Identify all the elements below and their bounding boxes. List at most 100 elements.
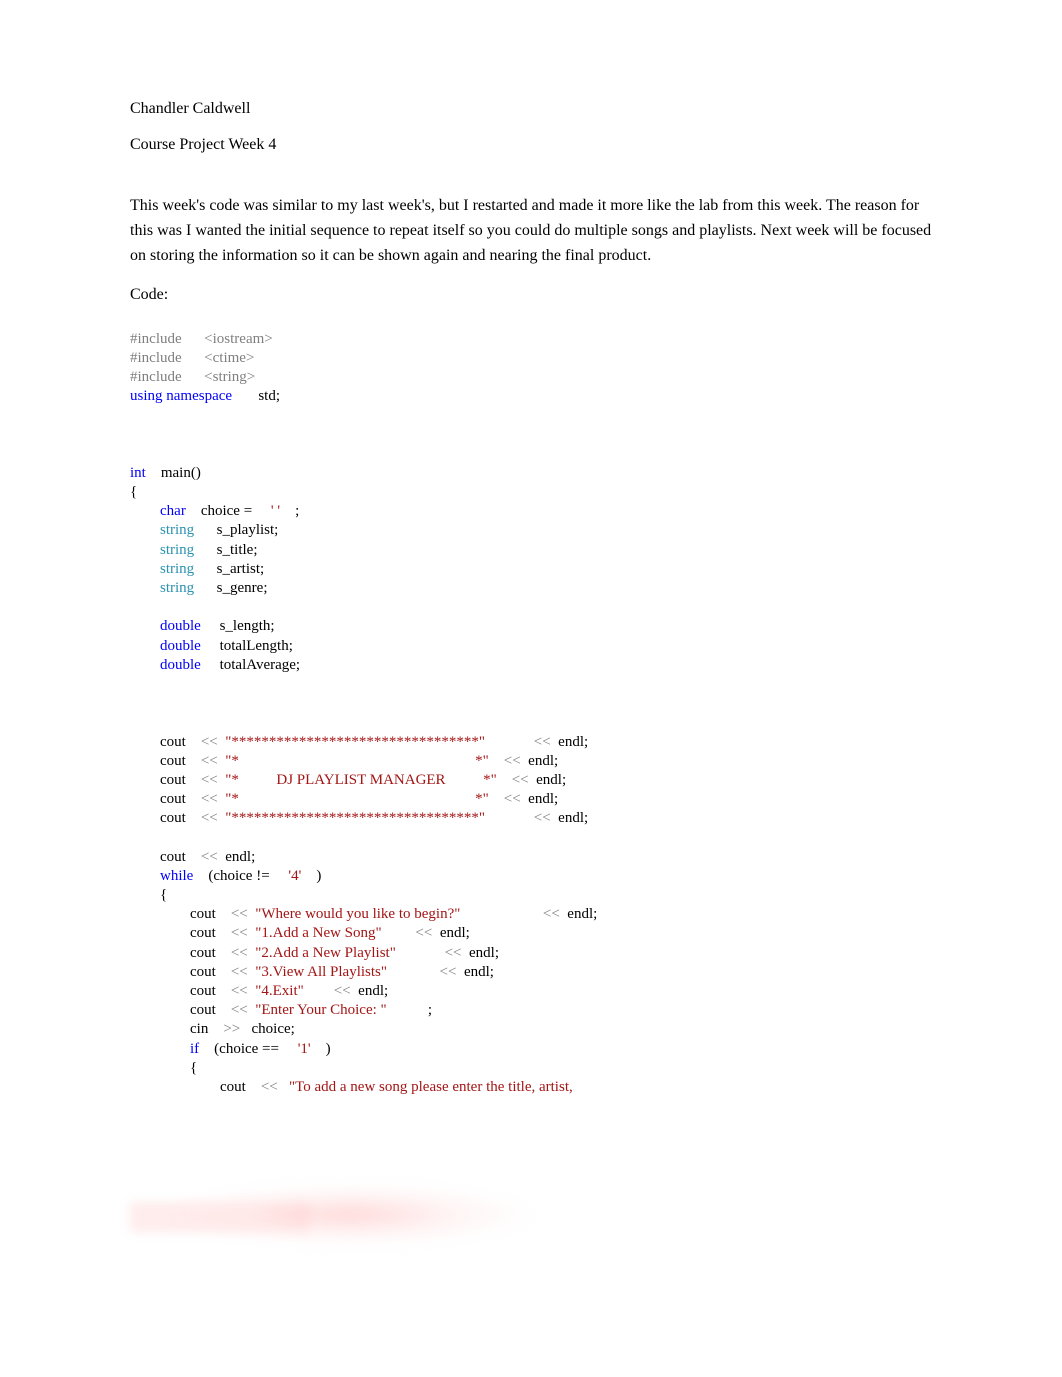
op: << bbox=[445, 945, 462, 961]
op: << bbox=[231, 1002, 248, 1018]
endl: endl; bbox=[225, 849, 255, 865]
endl: endl; bbox=[528, 753, 558, 769]
endl: endl; bbox=[558, 810, 588, 826]
op: << bbox=[415, 925, 432, 941]
opt: "1.Add a New Song" bbox=[255, 925, 381, 941]
star: *" bbox=[475, 753, 489, 769]
star: "* bbox=[225, 791, 239, 807]
brace: { bbox=[130, 484, 137, 500]
lit: '4' bbox=[288, 868, 301, 884]
doc-title: Course Project Week 4 bbox=[130, 136, 932, 154]
endl: endl; bbox=[464, 964, 494, 980]
var: totalLength; bbox=[220, 638, 293, 654]
char-decl: choice = bbox=[201, 503, 256, 519]
cout: cout bbox=[160, 791, 186, 807]
int-kw: int bbox=[130, 465, 146, 481]
opt: "4.Exit" bbox=[255, 983, 304, 999]
string-kw: string bbox=[160, 542, 194, 558]
char-kw: char bbox=[160, 503, 186, 519]
op: << bbox=[440, 964, 457, 980]
include-lib: <string> bbox=[204, 369, 255, 385]
cout: cout bbox=[190, 945, 216, 961]
cout: cout bbox=[190, 906, 216, 922]
cin-op: >> bbox=[223, 1021, 240, 1037]
string-kw: string bbox=[160, 522, 194, 538]
while-kw: while bbox=[160, 868, 193, 884]
prompt: "Where would you like to begin?" bbox=[255, 906, 460, 922]
op: << bbox=[543, 906, 560, 922]
var: s_title; bbox=[217, 542, 258, 558]
double-kw: double bbox=[160, 618, 201, 634]
char-lit: ' ' bbox=[271, 503, 280, 519]
endl: endl; bbox=[440, 925, 470, 941]
include-kw: #include bbox=[130, 369, 182, 385]
endl: endl; bbox=[528, 791, 558, 807]
star: *" bbox=[475, 791, 489, 807]
enter: "Enter Your Choice: " bbox=[255, 1002, 386, 1018]
op: << bbox=[261, 1079, 278, 1095]
cin: cin bbox=[190, 1021, 208, 1037]
blur-overlay bbox=[160, 1182, 540, 1247]
brace: { bbox=[190, 1060, 197, 1076]
cout: cout bbox=[190, 925, 216, 941]
lit: '1' bbox=[298, 1041, 311, 1057]
code-label: Code: bbox=[130, 286, 932, 304]
var: s_length; bbox=[220, 618, 275, 634]
var: s_genre; bbox=[217, 580, 268, 596]
string-kw: string bbox=[160, 580, 194, 596]
cout: cout bbox=[190, 983, 216, 999]
op: << bbox=[201, 753, 218, 769]
include-kw: #include bbox=[130, 350, 182, 366]
cout: cout bbox=[160, 734, 186, 750]
var: s_artist; bbox=[217, 561, 265, 577]
include-kw: #include bbox=[130, 331, 182, 347]
using-val: std; bbox=[258, 388, 280, 404]
cout: cout bbox=[160, 849, 186, 865]
op: << bbox=[231, 906, 248, 922]
cond: (choice != bbox=[208, 868, 273, 884]
var: totalAverage; bbox=[220, 657, 301, 673]
cout: cout bbox=[160, 810, 186, 826]
add-song: "To add a new song please enter the titl… bbox=[289, 1079, 573, 1095]
op: << bbox=[201, 849, 218, 865]
cond: (choice == bbox=[214, 1041, 283, 1057]
op: << bbox=[334, 983, 351, 999]
dj-title: DJ PLAYLIST MANAGER bbox=[239, 772, 483, 788]
var: s_playlist; bbox=[217, 522, 279, 538]
cond: ) bbox=[326, 1041, 331, 1057]
opt: "2.Add a New Playlist" bbox=[255, 945, 396, 961]
string-kw: string bbox=[160, 561, 194, 577]
main-name: main() bbox=[161, 465, 201, 481]
op: << bbox=[512, 772, 529, 788]
include-lib: <iostream> bbox=[204, 331, 273, 347]
author-name: Chandler Caldwell bbox=[130, 100, 932, 118]
op: << bbox=[231, 983, 248, 999]
op: << bbox=[504, 753, 521, 769]
op: << bbox=[201, 791, 218, 807]
op: << bbox=[504, 791, 521, 807]
if-kw: if bbox=[190, 1041, 199, 1057]
semi: ; bbox=[428, 1002, 432, 1018]
op: << bbox=[201, 734, 218, 750]
stars: "*********************************" bbox=[225, 734, 485, 750]
endl: endl; bbox=[567, 906, 597, 922]
op: << bbox=[201, 810, 218, 826]
semi: ; bbox=[295, 503, 299, 519]
cout: cout bbox=[190, 1002, 216, 1018]
include-lib: <ctime> bbox=[204, 350, 254, 366]
star: *" bbox=[483, 772, 497, 788]
using-kw: using namespace bbox=[130, 388, 232, 404]
code-block: #include <iostream> #include <ctime> #in… bbox=[130, 310, 932, 1097]
star: "* bbox=[225, 772, 239, 788]
double-kw: double bbox=[160, 657, 201, 673]
brace: { bbox=[160, 887, 167, 903]
op: << bbox=[231, 945, 248, 961]
endl: endl; bbox=[469, 945, 499, 961]
endl: endl; bbox=[536, 772, 566, 788]
cout: cout bbox=[190, 964, 216, 980]
op: << bbox=[231, 925, 248, 941]
cond: ) bbox=[316, 868, 321, 884]
endl: endl; bbox=[358, 983, 388, 999]
cout: cout bbox=[160, 772, 186, 788]
star: "* bbox=[225, 753, 239, 769]
